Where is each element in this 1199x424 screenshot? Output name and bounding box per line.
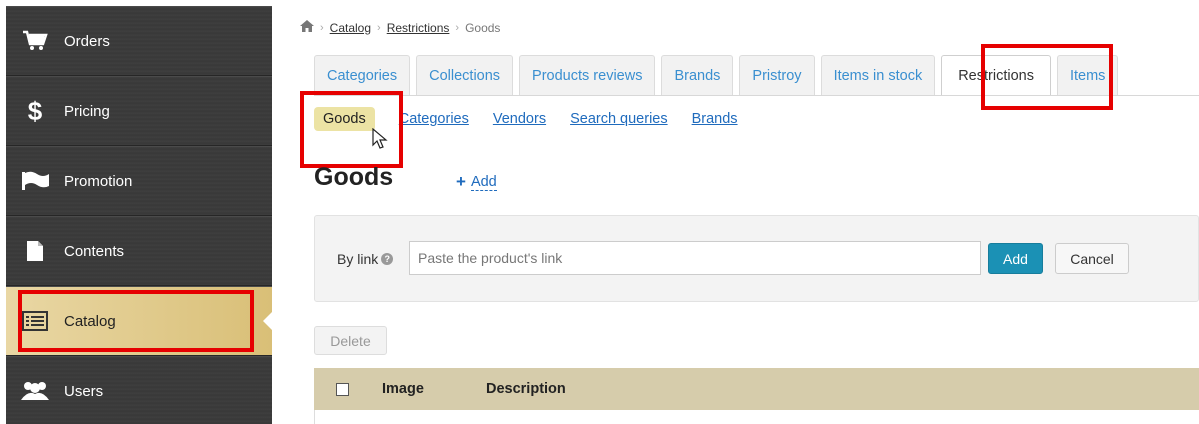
breadcrumb-separator: › (455, 21, 460, 34)
sidebar-item-users[interactable]: Users (6, 356, 272, 424)
sidebar-item-contents[interactable]: Contents (6, 216, 272, 286)
dollar-icon: $ (27, 95, 43, 126)
flag-icon (20, 166, 50, 196)
add-button[interactable]: Add (988, 243, 1043, 274)
breadcrumb-catalog[interactable]: Catalog (330, 21, 371, 35)
tab-collections[interactable]: Collections (416, 55, 514, 95)
subnav-goods[interactable]: Goods (314, 107, 375, 131)
list-icon (20, 306, 50, 336)
tab-items[interactable]: Items (1056, 55, 1119, 95)
sidebar-item-label: Contents (64, 242, 125, 260)
plus-icon: + (456, 172, 466, 191)
column-header-description[interactable]: Description (486, 381, 566, 397)
sidebar-item-label: Pricing (64, 102, 110, 120)
sidebar-item-catalog[interactable]: Catalog (6, 286, 273, 356)
subnav-categories[interactable]: Categories (399, 111, 469, 127)
page-title: Goods (314, 163, 394, 191)
by-link-text: By link (337, 251, 379, 267)
breadcrumb-separator: › (320, 21, 324, 34)
table-header: Image Description (314, 368, 1199, 410)
sidebar-item-promotion[interactable]: Promotion (6, 146, 272, 216)
delete-button[interactable]: Delete (314, 326, 387, 355)
mouse-cursor-icon (372, 127, 388, 153)
subnav-vendors[interactable]: Vendors (493, 111, 546, 127)
product-link-input[interactable] (409, 241, 981, 275)
column-header-image[interactable]: Image (382, 381, 424, 397)
document-icon (20, 236, 50, 266)
breadcrumb: › Catalog › Restrictions › Goods (300, 20, 500, 35)
sidebar-item-label: Users (64, 382, 104, 400)
users-icon (20, 376, 50, 406)
tab-pristroy[interactable]: Pristroy (739, 55, 815, 95)
help-icon[interactable]: ? (381, 253, 394, 265)
add-goods-link[interactable]: + Add (456, 172, 497, 192)
breadcrumb-restrictions[interactable]: Restrictions (387, 21, 450, 35)
sidebar-item-pricing[interactable]: $ Pricing (6, 76, 272, 146)
tab-products-reviews[interactable]: Products reviews (519, 55, 656, 95)
tab-items-in-stock[interactable]: Items in stock (820, 55, 936, 95)
tab-restrictions[interactable]: Restrictions (941, 55, 1051, 95)
main-content: › Catalog › Restrictions › Goods Categor… (272, 0, 1199, 424)
breadcrumb-current: Goods (465, 20, 501, 35)
sidebar-item-label: Catalog (64, 312, 116, 330)
tab-divider (314, 95, 1199, 96)
sidebar: Orders $ Pricing Promotion Contents Cata… (6, 6, 273, 424)
table-row (314, 410, 1199, 424)
subnav-brands[interactable]: Brands (692, 111, 738, 127)
breadcrumb-separator: › (377, 21, 381, 34)
tab-categories[interactable]: Categories (314, 55, 411, 95)
cart-icon (20, 26, 50, 56)
home-icon[interactable] (300, 20, 314, 35)
sidebar-item-orders[interactable]: Orders (6, 6, 272, 76)
sidebar-item-label: Promotion (64, 172, 133, 190)
subnav-search-queries[interactable]: Search queries (570, 111, 668, 127)
tab-brands[interactable]: Brands (661, 55, 734, 95)
add-by-link-panel: By link ? Add Cancel (314, 215, 1199, 302)
by-link-label: By link ? (337, 251, 394, 267)
select-all-checkbox[interactable] (336, 382, 349, 396)
tab-bar: Categories Collections Products reviews … (314, 55, 1124, 95)
sidebar-item-label: Orders (64, 32, 110, 50)
cancel-button[interactable]: Cancel (1055, 243, 1129, 274)
add-link-label: Add (470, 173, 497, 191)
